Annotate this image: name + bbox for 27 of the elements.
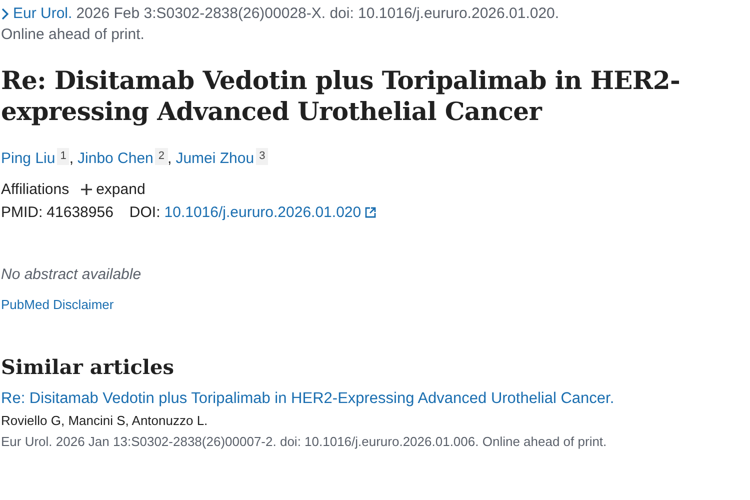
author-link[interactable]: Ping Liu [1, 146, 56, 170]
article-source: Eur Urol. 2026 Jan 13:S0302-2838(26)00007-2. doi: 10.1016/j.eururo.2026.01.006. Online ahead of print. [1, 432, 607, 451]
article-title: Re: Disitamab Vedotin plus Toripalimab in HER2-expressing Advanced Urothelial Cancer [1, 64, 681, 126]
no-abstract-text: No abstract available [1, 266, 142, 284]
doi-link[interactable]: 10.1016/j.eururo.2026.01.020 [164, 201, 362, 224]
article-authors: Roviello G, Mancini S, Antonuzzo L. [1, 412, 208, 430]
chevron-right-icon [1, 8, 9, 20]
publication-status: Online ahead of print. [1, 25, 144, 46]
author-separator: , [168, 148, 172, 168]
article-link[interactable]: Re: Disitamab Vedotin plus Toripalimab in HER2-Expressing Advanced Urothelial Cancer. [1, 387, 614, 412]
journal-link[interactable]: Eur Urol. [13, 2, 72, 26]
citation-details: 2026 Feb 3:S0302-2838(26)00028-X. doi: 10.1016/j.eururo.2026.01.020. [76, 4, 560, 24]
external-link-icon [365, 207, 376, 218]
affiliations-label: Affiliations [1, 180, 70, 200]
affiliation-number[interactable]: 3 [256, 148, 268, 165]
affiliation-number[interactable]: 1 [57, 148, 70, 165]
doi-label: DOI: [129, 203, 160, 223]
author-separator: , [69, 148, 74, 168]
plus-icon [81, 184, 92, 195]
section-heading: Similar articles [1, 355, 175, 380]
author-link[interactable]: Jumei Zhou [176, 146, 254, 170]
pmid-label: PMID: [1, 203, 43, 223]
pmid-value: 41638956 [46, 203, 114, 223]
author-link[interactable]: Jinbo Chen [78, 146, 154, 170]
affiliation-number[interactable]: 2 [155, 148, 168, 165]
expand-toggle[interactable]: expand [81, 178, 146, 201]
disclaimer-link[interactable]: PubMed Disclaimer [1, 295, 114, 316]
